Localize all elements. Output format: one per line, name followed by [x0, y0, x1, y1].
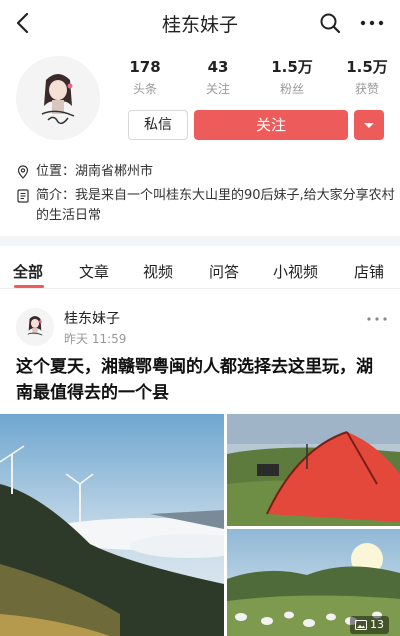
top-nav-bar: 桂东妹子: [0, 0, 400, 46]
stat-label: 头条: [132, 82, 157, 96]
stat-value: 1.5万: [271, 58, 313, 76]
stat-following[interactable]: 43 关注: [183, 57, 253, 98]
message-button[interactable]: 私信: [128, 110, 188, 140]
stat-value: 43: [207, 58, 229, 76]
tab-all[interactable]: 全部: [13, 261, 43, 282]
search-icon[interactable]: [318, 11, 342, 35]
post-author-avatar[interactable]: [16, 308, 54, 346]
location-pin-icon: [17, 165, 29, 179]
bio-text: 简介：我是来自一个叫桂东大山里的90后妹子,给大家分享农村的生活日常: [36, 188, 395, 223]
more-icon[interactable]: [358, 11, 386, 35]
section-divider: [0, 236, 400, 246]
stat-value: 178: [129, 58, 161, 76]
stat-followers[interactable]: 1.5万 粉丝: [257, 57, 327, 98]
tab-videos[interactable]: 视频: [143, 261, 173, 282]
stat-likes[interactable]: 1.5万 获赞: [332, 57, 400, 98]
image-count-text: 13: [370, 618, 384, 631]
tab-qa[interactable]: 问答: [209, 261, 239, 282]
post-image-tent[interactable]: [227, 414, 400, 526]
active-tab-indicator: [14, 285, 44, 288]
tab-articles[interactable]: 文章: [79, 261, 109, 282]
post-image-wind-turbines[interactable]: [0, 414, 224, 636]
follow-dropdown-button[interactable]: [354, 110, 384, 140]
stat-value: 1.5万: [346, 58, 388, 76]
content-tabs: 全部 文章 视频 问答 小视频 店铺: [0, 255, 400, 289]
tab-short-videos[interactable]: 小视频: [273, 261, 318, 282]
image-count-badge: 13: [350, 616, 389, 634]
post-timestamp: 昨天 11:59: [64, 332, 127, 346]
chevron-down-icon: [364, 123, 374, 128]
document-icon: [17, 189, 29, 203]
profile-avatar[interactable]: [16, 56, 100, 140]
stat-label: 关注: [205, 82, 230, 96]
stat-label: 粉丝: [279, 82, 304, 96]
avatar-illustration: [16, 56, 100, 140]
picture-icon: [355, 620, 367, 630]
profile-stats: 178 头条 43 关注 1.5万 粉丝 1.5万 获赞: [120, 57, 400, 101]
stat-articles[interactable]: 178 头条: [110, 57, 180, 98]
tab-shop[interactable]: 店铺: [354, 261, 384, 282]
post-more-icon[interactable]: [366, 314, 388, 324]
stat-label: 获赞: [354, 82, 379, 96]
avatar-illustration: [16, 308, 54, 346]
location-text: 位置：湖南省郴州市: [36, 164, 154, 179]
post-title[interactable]: 这个夏天，湘赣鄂粤闽的人都选择去这里玩，湖南最值得去的一个县: [16, 354, 388, 406]
follow-button[interactable]: 关注: [194, 110, 348, 140]
post-author-name[interactable]: 桂东妹子: [64, 308, 120, 328]
